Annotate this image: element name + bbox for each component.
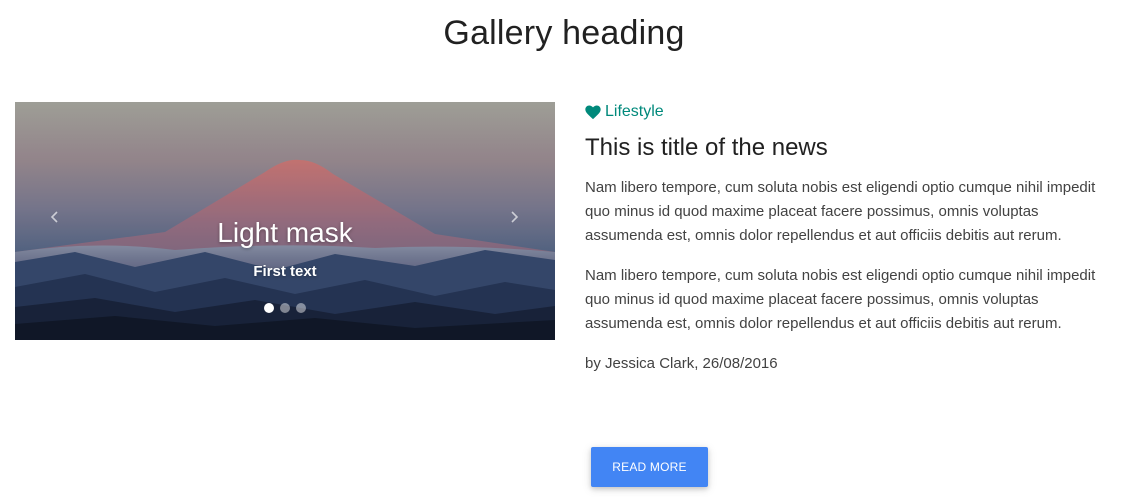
carousel-prev-button[interactable] bbox=[45, 210, 65, 230]
news-article: Lifestyle This is title of the news Nam … bbox=[585, 102, 1115, 376]
article-paragraph: Nam libero tempore, cum soluta nobis est… bbox=[585, 267, 1096, 332]
chevron-right-icon bbox=[511, 211, 519, 223]
carousel-indicators bbox=[15, 303, 555, 313]
article-paragraph: Nam libero tempore, cum soluta nobis est… bbox=[585, 179, 1096, 244]
slide-title: Light mask bbox=[217, 217, 353, 248]
read-more-button[interactable]: READ MORE bbox=[591, 447, 708, 487]
news-title[interactable]: This is title of the news bbox=[585, 132, 1115, 164]
carousel-indicator[interactable] bbox=[264, 303, 274, 313]
image-carousel: Light mask First text bbox=[15, 102, 555, 340]
carousel-indicator[interactable] bbox=[296, 303, 306, 313]
heart-icon bbox=[585, 105, 601, 119]
article-byline: by Jessica Clark, 26/08/2016 bbox=[585, 355, 778, 372]
page-heading: Gallery heading bbox=[443, 14, 685, 52]
category-label[interactable]: Lifestyle bbox=[585, 102, 1115, 122]
carousel-indicator[interactable] bbox=[280, 303, 290, 313]
page: Gallery heading Light mask First text Li… bbox=[0, 0, 1128, 497]
slide-text: First text bbox=[253, 263, 317, 280]
carousel-next-button[interactable] bbox=[504, 210, 524, 230]
category-text: Lifestyle bbox=[605, 103, 664, 120]
chevron-left-icon bbox=[50, 211, 58, 223]
